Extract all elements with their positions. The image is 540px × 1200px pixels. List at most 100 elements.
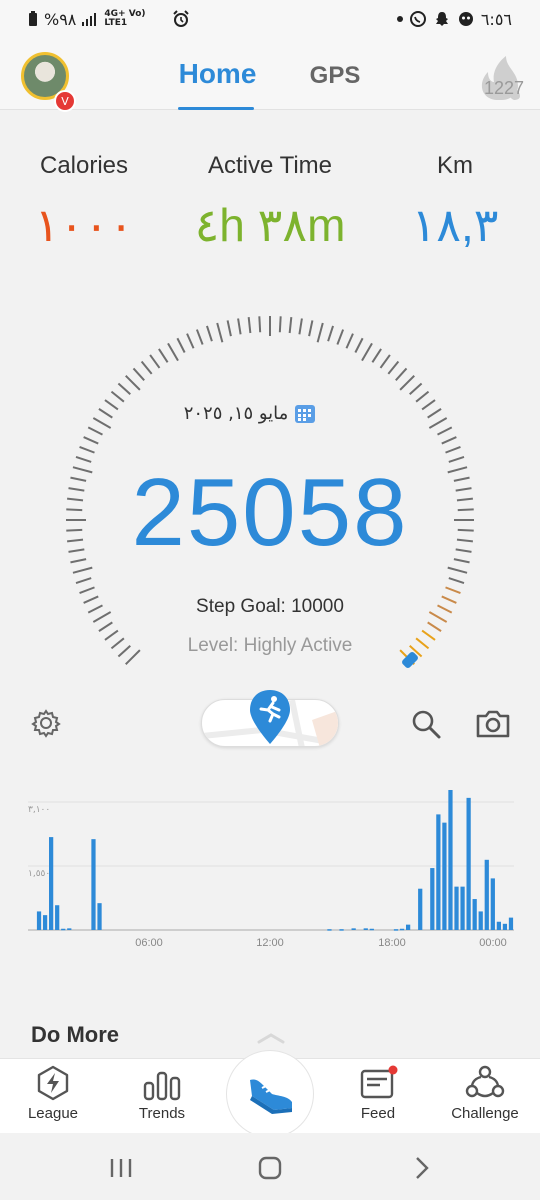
km-value: ١٨,٣ [411,199,499,251]
runner-pin-icon[interactable] [246,688,294,746]
gauge-tick [67,538,84,543]
gauge-tick [195,329,204,345]
gauge-tick [70,558,87,564]
step-goal: Step Goal: 10000 [196,596,344,617]
gauge-tick [453,476,470,482]
gauge-tick [247,317,252,334]
gauge-tick [66,508,83,512]
chart-bar [399,928,405,931]
gauge-tick [237,318,242,335]
nav-challenge[interactable]: Challenge [435,1065,535,1131]
nav-league[interactable]: League [3,1065,103,1131]
gauge-tick [104,629,119,641]
chart-bar [55,905,60,930]
chart-bar [327,929,332,931]
recent-apps-icon[interactable] [108,1157,134,1179]
gauge-tick [455,548,472,553]
gauge-tick [457,528,474,532]
gauge-tick [453,558,470,564]
status-right: ٦:٥٦ [396,10,512,29]
gauge-date: مايو ١٥, ٢٠٢٥ [183,402,289,424]
gauge-tick [83,595,99,604]
chart-bar [363,928,368,930]
camera-icon[interactable] [475,710,511,738]
tab-gps[interactable]: GPS [300,62,370,90]
gauge-tick [327,325,334,342]
active-time-value: ٤h ٣٨m [194,199,346,251]
shoe-icon [250,1079,292,1114]
chart-bar [405,924,411,930]
active-time-label: Active Time [207,152,333,179]
gauge-tick [98,408,113,419]
gauge-tick [361,342,373,362]
notification-dot-icon [396,16,403,22]
gauge-tick [132,367,145,381]
gear-icon[interactable] [31,708,61,738]
gauge-tick [98,621,113,632]
gauge-tick [288,317,293,334]
gauge-tick [72,466,93,474]
hourly-steps-chart: ٣,١٠٠ ١,٥٥٠ 06:00 12:00 18:00 00:00 [28,790,514,949]
gauge-tick [117,382,131,395]
chart-bar [466,797,471,930]
chart-bar [91,839,96,930]
bars-icon [143,1071,181,1101]
gauge-tick [149,354,161,369]
nav-feed-label: Feed [360,1105,396,1122]
gauge-tick [354,337,364,353]
chart-bar [448,790,453,930]
nav-feed[interactable]: Feed [328,1065,428,1131]
gauge-tick [427,408,442,419]
gauge-tick [387,360,400,375]
flame-count: 1227 [484,78,525,98]
tab-home[interactable]: Home [170,58,265,90]
activity-level: Level: Highly Active [187,635,353,656]
gauge-tick [441,436,457,445]
chart-bar [460,886,465,930]
chart-bar [436,814,441,930]
chart-bar [454,886,459,930]
gauge-tick [379,354,391,369]
chart-bar [484,859,489,930]
gauge-tick [66,528,83,532]
back-icon[interactable] [412,1156,432,1180]
home-icon[interactable] [258,1156,282,1180]
gauge-tick [456,497,473,502]
calories-label: Calories [39,152,129,179]
gauge-tick [68,487,85,492]
gauge-tick [258,316,262,333]
battery-percent: %٩٨ [44,9,77,29]
section-title: Do More [31,1022,119,1047]
gauge-tick [316,322,324,343]
chart-bar [67,928,72,930]
chart-bar [490,878,495,930]
chart-bar [369,928,374,931]
chart-bar [339,929,344,931]
gauge-tick [409,382,423,395]
network-type: 4G+ Vo) LTE1 [104,9,146,28]
nav-trends-label: Trends [138,1105,186,1122]
gauge-tick [395,367,408,381]
gauge-tick [104,399,119,411]
chart-bar [430,868,435,930]
search-icon[interactable] [410,708,442,740]
gauge-tick [447,466,468,474]
whatsapp-icon [409,11,426,27]
gauge-tick [206,325,213,342]
gauge-tick [399,375,415,391]
gauge-tick [75,577,92,584]
gauge-tick [83,436,99,445]
gauge-tick [176,337,186,353]
nav-steps-center[interactable] [226,1050,314,1138]
gauge-tick [186,333,195,349]
chevron-up-icon[interactable] [255,1032,287,1044]
gauge-tick [427,621,442,632]
gauge-tick [75,456,92,463]
date-selector[interactable]: مايو ١٥, ٢٠٢٥ [160,398,340,428]
chart-xtick-label: 18:00 [378,937,406,949]
nav-trends[interactable]: Trends [112,1065,212,1131]
avatar-badge: V [54,90,76,112]
gauge-tick [428,417,448,429]
status-left: %٩٨ 4G+ Vo) LTE1 [28,10,190,29]
gauge-tick [457,508,474,512]
